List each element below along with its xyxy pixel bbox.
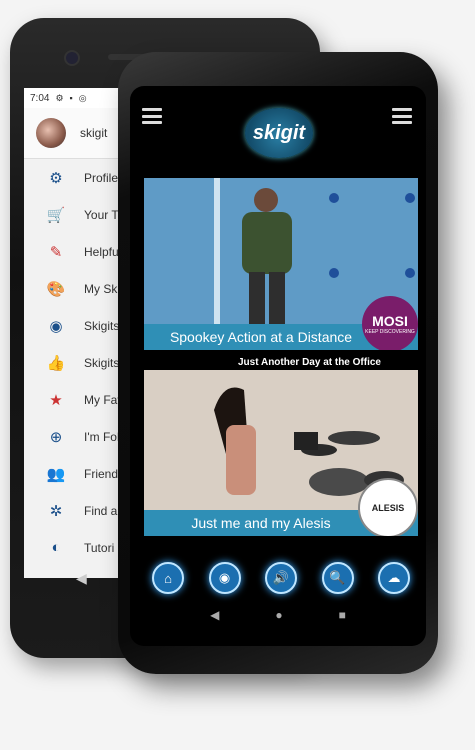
bug-icon: ✲ bbox=[49, 502, 63, 520]
home-icon: ⌂ bbox=[164, 570, 172, 586]
menu-item-label: Skigits bbox=[84, 355, 120, 370]
cloud-upload-button[interactable]: ☁ bbox=[378, 562, 410, 594]
friends-icon: 👥 bbox=[46, 465, 66, 483]
badge-sublabel: KEEP DISCOVERING bbox=[365, 329, 415, 335]
home-nav-icon[interactable]: ● bbox=[275, 608, 282, 622]
palette-icon: 🎨 bbox=[46, 280, 66, 298]
menu-item-label: Tutori bbox=[84, 540, 115, 555]
menu-icon[interactable] bbox=[142, 108, 162, 124]
badge-label: ALESIS bbox=[371, 503, 405, 513]
menu-item-label: Your Tl bbox=[84, 207, 122, 222]
bottom-toolbar: ⌂ ◉ 🔊 🔍 ☁ bbox=[152, 562, 410, 594]
tutorial-icon: ◐ bbox=[51, 539, 61, 556]
settings-icon: ⚙ bbox=[55, 92, 64, 103]
sync-icon: ◎ bbox=[78, 92, 87, 103]
mosi-badge: MOSI KEEP DISCOVERING bbox=[362, 296, 418, 350]
status-time: 7:04 bbox=[30, 92, 50, 104]
cloud-upload-icon: ☁ bbox=[387, 570, 401, 585]
menu-item-label: I'm Fol bbox=[84, 429, 120, 444]
help-icon: ✎ bbox=[49, 243, 63, 261]
skigit-logo[interactable]: skigit bbox=[245, 108, 313, 158]
globe-button[interactable]: ◉ bbox=[208, 562, 241, 594]
back-nav-icon[interactable]: ◀ bbox=[76, 570, 87, 587]
globe-icon: ◉ bbox=[218, 570, 231, 585]
thumbs-up-icon: 👍 bbox=[46, 354, 66, 372]
camera bbox=[64, 50, 80, 66]
menu-item-label: Skigits bbox=[84, 318, 120, 333]
alesis-badge: ALESIS bbox=[358, 478, 418, 536]
recent-apps-icon[interactable]: ■ bbox=[339, 608, 346, 622]
logo-text: skigit bbox=[252, 121, 306, 144]
sd-card-icon: ▪ bbox=[69, 93, 73, 103]
star-icon: ★ bbox=[49, 391, 63, 409]
search-button[interactable]: 🔍 bbox=[321, 562, 354, 594]
skigit-icon: ◉ bbox=[49, 317, 63, 335]
speaker-icon: 🔊 bbox=[272, 570, 290, 585]
menu-item-label: My Ski bbox=[84, 281, 120, 296]
gear-icon: ⚙ bbox=[49, 169, 63, 187]
follow-icon: ⊕ bbox=[49, 428, 63, 446]
speaker-button[interactable]: 🔊 bbox=[265, 562, 297, 594]
video-card-spookey[interactable]: Spookey Action at a Distance MOSI KEEP D… bbox=[144, 178, 418, 350]
video-card-alesis[interactable]: Just me and my Alesis ALESIS bbox=[144, 370, 418, 536]
home-button[interactable]: ⌂ bbox=[152, 562, 184, 594]
menu-item-label: Profile bbox=[84, 170, 119, 185]
avatar[interactable] bbox=[36, 118, 66, 148]
front-phone: skigit Spookey Action at a Distance MOSI… bbox=[118, 52, 438, 674]
list-icon[interactable] bbox=[392, 108, 412, 124]
menu-item-label: Helpfu bbox=[84, 244, 119, 259]
search-icon: 🔍 bbox=[329, 570, 346, 585]
badge-label: MOSI bbox=[372, 313, 408, 329]
profile-name: skigit bbox=[80, 126, 108, 140]
front-phone-nav: ◀ ● ■ bbox=[118, 608, 438, 622]
video-title-overlay: Just Another Day at the Office bbox=[238, 357, 381, 368]
back-nav-icon[interactable]: ◀ bbox=[210, 608, 219, 622]
cart-icon: 🛒 bbox=[46, 206, 66, 224]
menu-item-label: Find a bbox=[84, 503, 118, 518]
